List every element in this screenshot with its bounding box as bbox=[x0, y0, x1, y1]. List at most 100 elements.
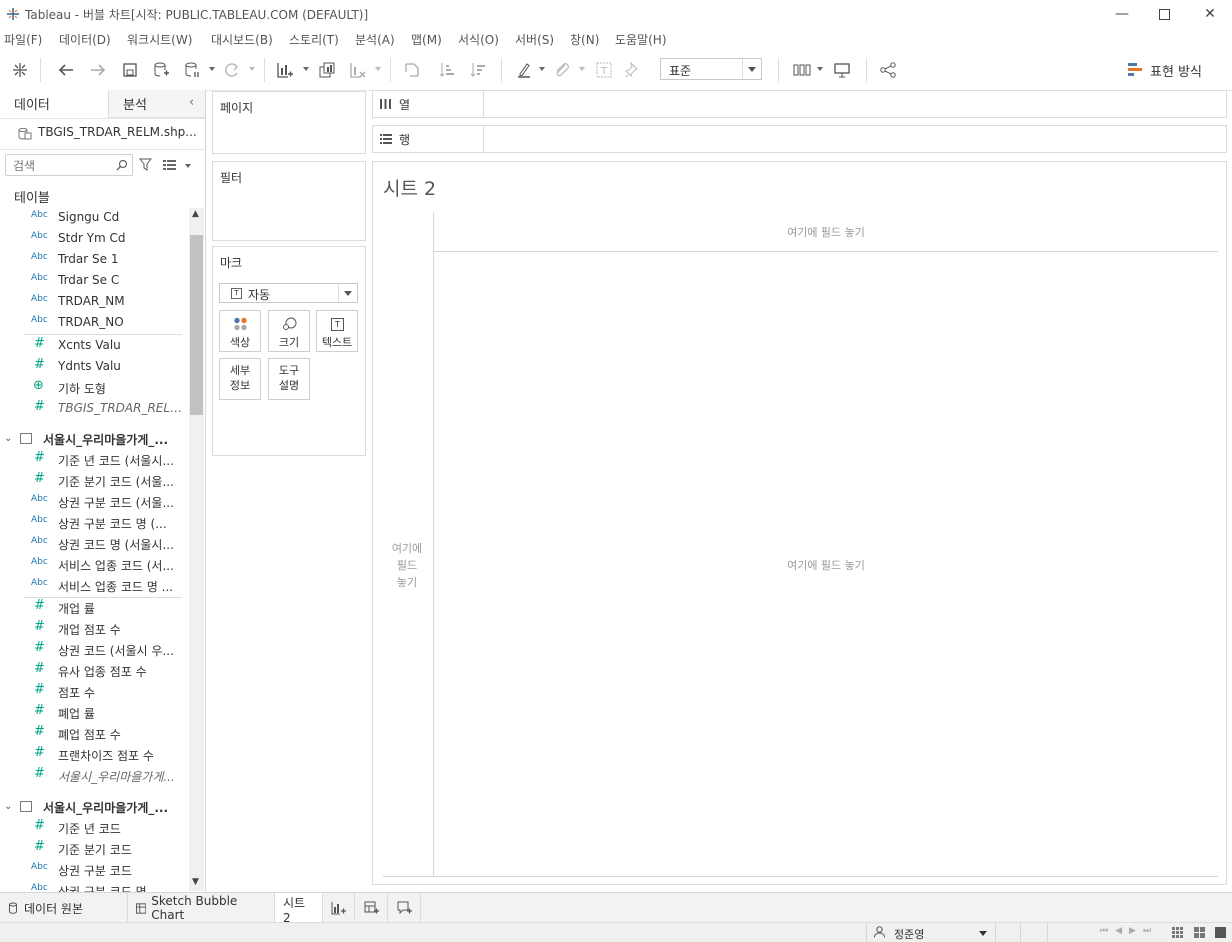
field-item[interactable]: Abc TRDAR_NM bbox=[0, 291, 190, 312]
view-drop-zone[interactable]: 여기에 필드 놓기 bbox=[434, 557, 1218, 573]
field-item[interactable]: Abc 서비스 업종 코드 명 ... bbox=[0, 575, 190, 596]
scroll-down-icon[interactable]: ▼ bbox=[192, 877, 199, 887]
color-button[interactable]: 색상 bbox=[219, 310, 261, 352]
clear-sheet-icon[interactable] bbox=[347, 59, 369, 81]
menu-data[interactable]: 데이터(D) bbox=[59, 31, 111, 48]
field-item[interactable]: # 개업 률 bbox=[0, 597, 190, 618]
sorter-view-icon[interactable] bbox=[1194, 927, 1205, 938]
field-item[interactable]: # 상권 코드 (서울시 우... bbox=[0, 639, 190, 660]
highlight-icon[interactable] bbox=[513, 59, 535, 81]
collapse-pane-icon[interactable]: ‹ bbox=[189, 95, 194, 110]
search-box[interactable] bbox=[5, 154, 133, 176]
field-item[interactable]: # 개업 점포 수 bbox=[0, 618, 190, 639]
group-members-icon[interactable] bbox=[551, 59, 573, 81]
sort-descending-icon[interactable] bbox=[467, 59, 489, 81]
duplicate-sheet-icon[interactable] bbox=[316, 59, 338, 81]
field-item[interactable]: # 프랜차이즈 점포 수 bbox=[0, 744, 190, 765]
fit-dropdown[interactable]: 표준 bbox=[660, 58, 762, 80]
tab-sketch-bubble-chart[interactable]: Sketch Bubble Chart bbox=[128, 893, 275, 923]
search-input[interactable] bbox=[11, 156, 115, 176]
columns-shelf[interactable]: 열 bbox=[372, 90, 1227, 118]
pages-card[interactable]: 페이지 bbox=[212, 91, 366, 154]
new-story-tab-button[interactable] bbox=[388, 893, 421, 923]
menu-analysis[interactable]: 분석(A) bbox=[355, 31, 395, 48]
scroll-up-icon[interactable]: ▲ bbox=[192, 209, 199, 219]
field-item[interactable]: Abc Trdar Se C bbox=[0, 270, 190, 291]
share-icon[interactable] bbox=[877, 59, 899, 81]
text-button[interactable]: T 텍스트 bbox=[316, 310, 358, 352]
pause-updates-icon[interactable] bbox=[181, 59, 203, 81]
field-item[interactable]: # 기준 분기 코드 (서울... bbox=[0, 470, 190, 491]
rows-shelf[interactable]: 행 bbox=[372, 125, 1227, 153]
menu-worksheet[interactable]: 워크시트(W) bbox=[127, 31, 192, 48]
start-page-icon[interactable] bbox=[9, 59, 31, 81]
columns-drop-zone[interactable]: 여기에 필드 놓기 bbox=[434, 224, 1218, 240]
field-item[interactable]: Abc 상권 구분 코드 (서울... bbox=[0, 491, 190, 512]
menu-help[interactable]: 도움말(H) bbox=[615, 31, 667, 48]
datasource-item[interactable]: TBGIS_TRDAR_RELM.shp... bbox=[0, 118, 205, 150]
undo-icon[interactable] bbox=[55, 59, 77, 81]
filmstrip-view-icon[interactable] bbox=[1172, 927, 1183, 938]
show-cards-icon[interactable] bbox=[791, 59, 813, 81]
menu-file[interactable]: 파일(F) bbox=[4, 31, 42, 48]
field-item[interactable]: # 폐업 점포 수 bbox=[0, 723, 190, 744]
refresh-icon[interactable] bbox=[221, 59, 243, 81]
field-item[interactable]: # 점포 수 bbox=[0, 681, 190, 702]
field-item[interactable]: # TBGIS_TRDAR_RELM... bbox=[0, 398, 190, 419]
user-menu[interactable]: 정준영 bbox=[866, 923, 996, 942]
table-header-3[interactable]: ⌄ 서울시_우리마을가게_... bbox=[0, 796, 190, 818]
menu-format[interactable]: 서식(O) bbox=[458, 31, 499, 48]
swap-rows-columns-icon[interactable] bbox=[401, 59, 423, 81]
menu-story[interactable]: 스토리(T) bbox=[289, 31, 339, 48]
show-mark-labels-icon[interactable]: T bbox=[593, 59, 615, 81]
table-header-2[interactable]: ⌄ 서울시_우리마을가게_... bbox=[0, 428, 190, 450]
tab-data-source[interactable]: 데이터 원본 bbox=[0, 893, 128, 923]
minimize-button[interactable]: — bbox=[1100, 0, 1144, 28]
close-button[interactable]: ✕ bbox=[1188, 0, 1232, 28]
new-worksheet-icon[interactable] bbox=[274, 59, 296, 81]
filter-icon[interactable] bbox=[139, 158, 152, 171]
field-item[interactable]: # 폐업 률 bbox=[0, 702, 190, 723]
tab-sheet-2[interactable]: 시트 2 bbox=[275, 893, 323, 925]
view-data-icon[interactable] bbox=[163, 160, 176, 170]
presentation-mode-icon[interactable] bbox=[831, 59, 853, 81]
menu-map[interactable]: 맵(M) bbox=[411, 31, 442, 48]
new-dashboard-tab-button[interactable] bbox=[355, 893, 388, 923]
sort-ascending-icon[interactable] bbox=[436, 59, 458, 81]
fix-axes-icon[interactable] bbox=[622, 59, 644, 81]
tabs-view-icon[interactable] bbox=[1215, 927, 1226, 938]
menu-window[interactable]: 창(N) bbox=[570, 31, 599, 48]
field-item[interactable]: # Ydnts Valu bbox=[0, 356, 190, 377]
new-worksheet-tab-button[interactable] bbox=[323, 893, 355, 923]
size-button[interactable]: 크기 bbox=[268, 310, 310, 352]
show-me-button[interactable]: 표현 방식 bbox=[1128, 60, 1202, 80]
mark-type-dropdown[interactable]: T 자동 bbox=[219, 283, 358, 303]
sheet-navigation-icons[interactable]: ⏮◀▶⏭ bbox=[1100, 926, 1158, 936]
field-item[interactable]: Abc 상권 코드 명 (서울시... bbox=[0, 533, 190, 554]
field-item[interactable]: Abc 상권 구분 코드 bbox=[0, 859, 190, 880]
field-item[interactable]: # 기준 분기 코드 bbox=[0, 838, 190, 859]
field-item[interactable]: ⊕ 기하 도형 bbox=[0, 377, 190, 398]
new-datasource-icon[interactable] bbox=[150, 59, 172, 81]
field-item[interactable]: Abc TRDAR_NO bbox=[0, 312, 190, 333]
tab-data[interactable]: 데이터 bbox=[0, 90, 108, 118]
field-item[interactable]: Abc Stdr Ym Cd bbox=[0, 228, 190, 249]
rows-drop-zone[interactable]: 여기에 필드 놓기 bbox=[383, 540, 431, 591]
detail-button[interactable]: 세부 정보 bbox=[219, 358, 261, 400]
field-item[interactable]: Abc 상권 구분 코드 명 (... bbox=[0, 512, 190, 533]
field-item[interactable]: Abc 서비스 업종 코드 (서... bbox=[0, 554, 190, 575]
field-item[interactable]: # 서울시_우리마을가게... bbox=[0, 765, 190, 786]
field-item[interactable]: Abc Trdar Se 1 bbox=[0, 249, 190, 270]
field-item[interactable]: # 기준 년 코드 bbox=[0, 817, 190, 838]
data-pane-scroll-thumb[interactable] bbox=[190, 235, 203, 415]
field-item[interactable]: # 유사 업종 점포 수 bbox=[0, 660, 190, 681]
menu-dashboard[interactable]: 대시보드(B) bbox=[211, 31, 273, 48]
field-item[interactable]: Abc 상권 구분 코드 명 bbox=[0, 880, 190, 892]
menu-server[interactable]: 서버(S) bbox=[515, 31, 554, 48]
sheet-title[interactable]: 시트 2 bbox=[383, 174, 436, 201]
maximize-button[interactable] bbox=[1142, 0, 1186, 28]
field-item[interactable]: # 기준 년 코드 (서울시... bbox=[0, 449, 190, 470]
field-item[interactable]: # Xcnts Valu bbox=[0, 335, 190, 356]
filters-card[interactable]: 필터 bbox=[212, 161, 366, 241]
redo-icon[interactable] bbox=[87, 59, 109, 81]
